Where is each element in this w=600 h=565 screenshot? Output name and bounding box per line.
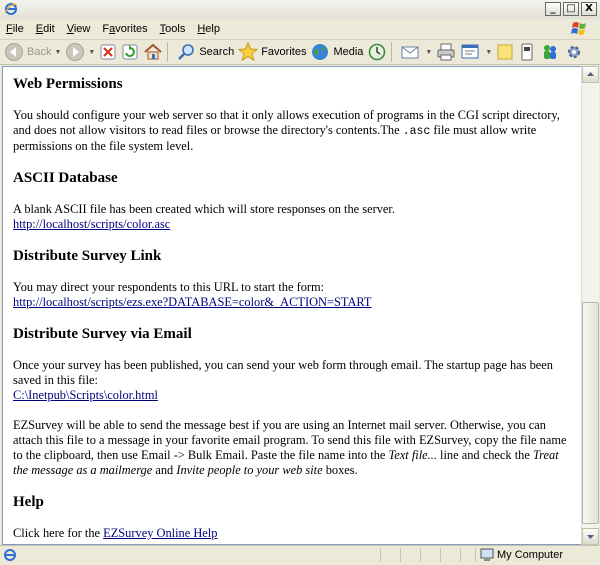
messenger-button[interactable]: [540, 41, 560, 63]
note-icon: [497, 44, 513, 60]
menu-edit[interactable]: Edit: [30, 23, 61, 35]
page-content: Web Permissions You should configure you…: [2, 66, 582, 545]
edit-button[interactable]: ▼: [460, 41, 492, 63]
close-button[interactable]: X: [581, 2, 597, 16]
edit-icon: [461, 44, 479, 59]
refresh-icon: [122, 44, 138, 60]
search-button[interactable]: Search: [176, 41, 234, 63]
startup-file-link[interactable]: C:\Inetpub\Scripts\color.html: [13, 388, 158, 402]
status-divider: [475, 548, 476, 562]
minimize-button[interactable]: _: [545, 2, 561, 16]
forward-button[interactable]: ▼: [65, 41, 95, 63]
tools-button[interactable]: [564, 41, 584, 63]
home-icon: [144, 43, 163, 60]
online-help-link[interactable]: EZSurvey Online Help: [103, 526, 217, 540]
ie-icon: [4, 3, 18, 15]
history-button[interactable]: [367, 41, 387, 63]
favorites-star-icon: [238, 42, 259, 62]
maximize-button[interactable]: □: [563, 2, 579, 16]
toolbar-separator: [391, 42, 393, 62]
security-zone-label: My Computer: [497, 549, 564, 561]
status-divider: [460, 548, 461, 562]
media-button[interactable]: Media: [310, 41, 363, 63]
print-button[interactable]: [436, 41, 456, 63]
mail-button[interactable]: ▼: [400, 41, 432, 63]
messenger-icon: [544, 45, 557, 59]
menu-file[interactable]: File: [0, 23, 30, 35]
status-divider: [380, 548, 381, 562]
toolbar-separator: [167, 42, 169, 62]
back-button[interactable]: Back ▼: [4, 41, 61, 63]
stop-icon: [100, 44, 116, 60]
scroll-down-arrow-icon: [587, 535, 594, 539]
mail-icon: [401, 46, 419, 59]
tools-gear-icon: [568, 46, 581, 58]
web-permissions-text: You should configure your web server so …: [13, 108, 560, 153]
stop-button[interactable]: [99, 41, 117, 63]
title-bar: _ □ X: [0, 0, 600, 20]
forward-arrow-icon: [66, 43, 85, 61]
section-heading-distribute-email: Distribute Survey via Email: [13, 326, 192, 342]
my-computer-icon: [480, 548, 494, 561]
research-icon: [521, 43, 533, 61]
window-controls: _ □ X: [545, 2, 597, 16]
menu-favorites[interactable]: Favorites: [96, 23, 153, 35]
section-heading-ascii-database: ASCII Database: [13, 170, 118, 186]
section-heading-web-permissions: Web Permissions: [13, 76, 123, 92]
scroll-down-button[interactable]: [582, 528, 599, 545]
refresh-button[interactable]: [121, 41, 139, 63]
status-divider: [420, 548, 421, 562]
scroll-up-arrow-icon: [587, 72, 594, 76]
menu-help[interactable]: Help: [191, 23, 226, 35]
ascii-database-link[interactable]: http://localhost/scripts/color.asc: [13, 217, 170, 231]
section-heading-help: Help: [13, 494, 44, 510]
survey-start-link[interactable]: http://localhost/scripts/ezs.exe?DATABAS…: [13, 295, 371, 309]
ascii-database-text: A blank ASCII file has been created whic…: [13, 202, 395, 231]
history-icon: [369, 43, 386, 61]
home-button[interactable]: [143, 41, 163, 63]
vertical-scrollbar[interactable]: [581, 66, 599, 545]
discuss-button[interactable]: [496, 41, 514, 63]
print-icon: [437, 43, 455, 61]
distribute-link-text: You may direct your respondents to this …: [13, 280, 372, 309]
search-icon: [178, 44, 195, 60]
status-divider: [440, 548, 441, 562]
favorites-button[interactable]: Favorites: [238, 41, 306, 63]
back-arrow-icon: [5, 43, 23, 61]
menu-tools[interactable]: Tools: [154, 23, 192, 35]
email-instructions-text: EZSurvey will be able to send the messag…: [13, 418, 567, 477]
asc-extension: .asc: [402, 125, 431, 138]
page-done-icon: [4, 549, 16, 561]
menu-bar: File Edit View Favorites Tools Help: [0, 19, 600, 40]
distribute-email-text: Once your survey has been published, you…: [13, 358, 553, 402]
media-globe-icon: [312, 44, 329, 60]
standard-toolbar: Back ▼ ▼ Search Favorites Media ▼ ▼: [0, 40, 600, 65]
research-button[interactable]: [518, 41, 536, 63]
status-divider: [400, 548, 401, 562]
scrollbar-thumb[interactable]: [582, 302, 599, 524]
status-bar: My Computer: [0, 545, 600, 565]
scroll-up-button[interactable]: [582, 66, 599, 83]
windows-logo-icon: [571, 22, 586, 35]
menu-view[interactable]: View: [61, 23, 97, 35]
section-heading-distribute-link: Distribute Survey Link: [13, 248, 162, 264]
help-text: Click here for the EZSurvey Online Help: [13, 526, 218, 540]
